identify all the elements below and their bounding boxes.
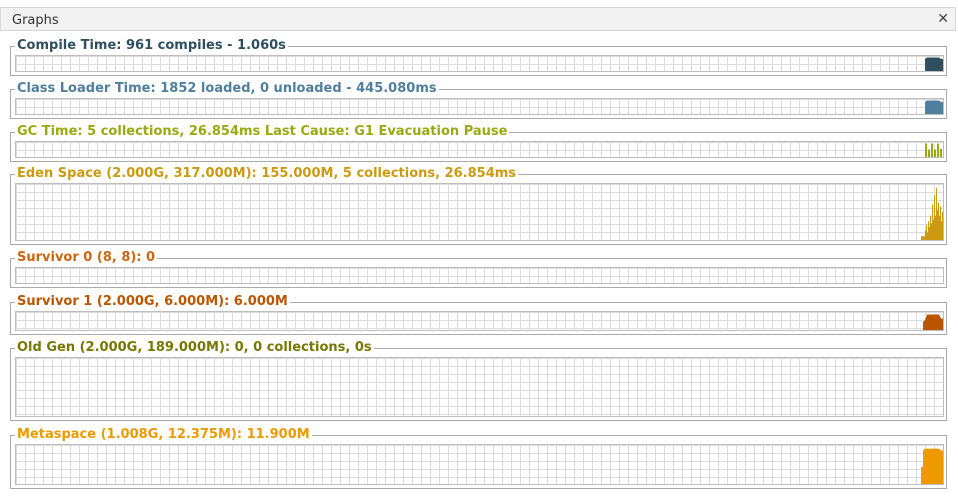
graph-survivor-1: Survivor 1 (2.000G, 6.000M): 6.000M bbox=[10, 294, 947, 335]
graph-plot-survivor-0 bbox=[15, 267, 944, 284]
graph-series-survivor-1 bbox=[923, 314, 943, 330]
graph-label-metaspace: Metaspace (1.008G, 12.375M): 11.900M bbox=[15, 427, 312, 443]
panel-title: Graphs bbox=[12, 13, 59, 28]
graph-eden-space: Eden Space (2.000G, 317.000M): 155.000M,… bbox=[10, 166, 947, 245]
graph-series-compile-time bbox=[925, 57, 943, 71]
graph-compile-time: Compile Time: 961 compiles - 1.060s bbox=[10, 38, 947, 76]
graph-label-class-loader-time: Class Loader Time: 1852 loaded, 0 unload… bbox=[15, 81, 439, 97]
graph-metaspace: Metaspace (1.008G, 12.375M): 11.900M bbox=[10, 427, 947, 489]
graphs-panel-titlebar: Graphs ✕ bbox=[0, 7, 956, 31]
graph-label-survivor-0: Survivor 0 (8, 8): 0 bbox=[15, 250, 158, 266]
series-area bbox=[921, 448, 943, 484]
graph-plot-compile-time bbox=[15, 55, 944, 72]
graph-label-eden-space: Eden Space (2.000G, 317.000M): 155.000M,… bbox=[15, 166, 519, 182]
series-area bbox=[925, 57, 943, 71]
graph-plot-class-loader-time bbox=[15, 98, 944, 115]
graph-label-compile-time: Compile Time: 961 compiles - 1.060s bbox=[15, 38, 288, 54]
series-bar bbox=[925, 143, 928, 157]
graph-class-loader-time: Class Loader Time: 1852 loaded, 0 unload… bbox=[10, 81, 947, 119]
graph-plot-eden-space bbox=[15, 183, 944, 241]
series-area bbox=[921, 187, 943, 240]
graph-survivor-0: Survivor 0 (8, 8): 0 bbox=[10, 250, 947, 288]
graph-plot-metaspace bbox=[15, 444, 944, 485]
series-area bbox=[925, 100, 943, 114]
graph-label-gc-time: GC Time: 5 collections, 26.854ms Last Ca… bbox=[15, 124, 510, 140]
graph-label-survivor-1: Survivor 1 (2.000G, 6.000M): 6.000M bbox=[15, 294, 290, 310]
graph-gc-time: GC Time: 5 collections, 26.854ms Last Ca… bbox=[10, 124, 947, 162]
graph-old-gen: Old Gen (2.000G, 189.000M): 0, 0 collect… bbox=[10, 340, 947, 421]
series-area bbox=[923, 314, 943, 330]
graph-series-eden-space bbox=[921, 187, 943, 240]
graph-label-old-gen: Old Gen (2.000G, 189.000M): 0, 0 collect… bbox=[15, 340, 374, 356]
graph-series-class-loader-time bbox=[925, 100, 943, 114]
graph-plot-old-gen bbox=[15, 357, 944, 417]
graph-series-metaspace bbox=[921, 448, 943, 484]
graph-plot-survivor-1 bbox=[15, 311, 944, 331]
close-icon[interactable]: ✕ bbox=[937, 11, 949, 27]
series-bar bbox=[928, 149, 931, 157]
graph-plot-gc-time bbox=[15, 141, 944, 158]
series-bar bbox=[940, 148, 943, 157]
series-bar bbox=[937, 143, 940, 157]
graph-series-gc-time bbox=[925, 143, 943, 157]
series-bar bbox=[931, 143, 934, 157]
series-bar bbox=[934, 149, 937, 157]
